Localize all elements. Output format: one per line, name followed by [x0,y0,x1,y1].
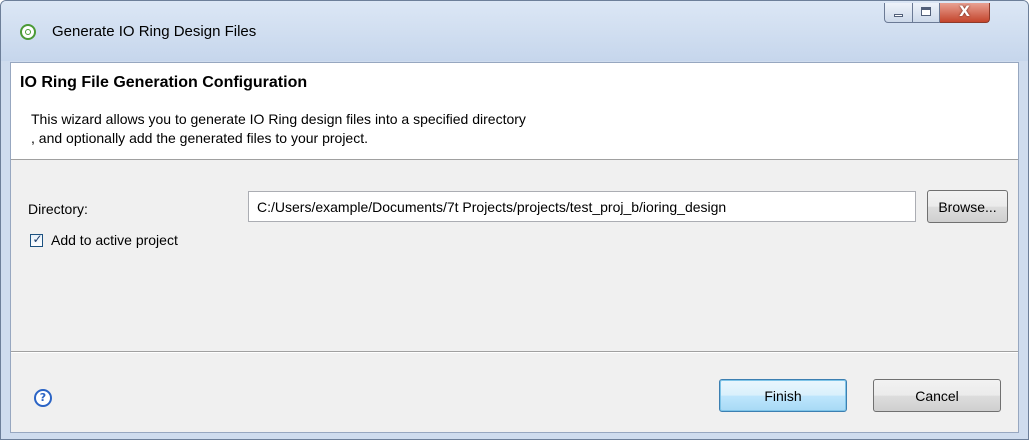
maximize-icon [921,7,931,16]
maximize-button[interactable] [913,3,940,23]
dialog-window: Generate IO Ring Design Files X IO Ring … [0,0,1029,440]
directory-input[interactable] [248,191,916,222]
window-title: Generate IO Ring Design Files [52,23,257,40]
help-icon[interactable]: ? [34,389,52,407]
minimize-button[interactable] [884,3,913,23]
finish-button[interactable]: Finish [719,379,847,412]
cancel-button[interactable]: Cancel [873,379,1001,412]
eclipse-wizard-icon [20,24,36,40]
wizard-description-line-2: , and optionally add the generated files… [31,130,368,146]
footer-separator [11,351,1018,353]
wizard-header: IO Ring File Generation Configuration Th… [11,63,1018,160]
wizard-description-line-1: This wizard allows you to generate IO Ri… [31,111,526,127]
add-to-project-label[interactable]: Add to active project [51,232,178,248]
dialog-client-area: IO Ring File Generation Configuration Th… [10,62,1019,433]
browse-button[interactable]: Browse... [927,190,1008,223]
close-button[interactable]: X [940,3,990,23]
title-bar[interactable]: Generate IO Ring Design Files X [1,1,1028,61]
wizard-description: This wizard allows you to generate IO Ri… [31,110,526,148]
checkmark-icon: ✓ [32,232,43,246]
minimize-icon [894,14,903,17]
wizard-title: IO Ring File Generation Configuration [20,74,308,91]
close-icon: X [959,4,970,20]
add-to-project-checkbox[interactable]: ✓ [30,232,43,247]
directory-label: Directory: [28,201,88,217]
